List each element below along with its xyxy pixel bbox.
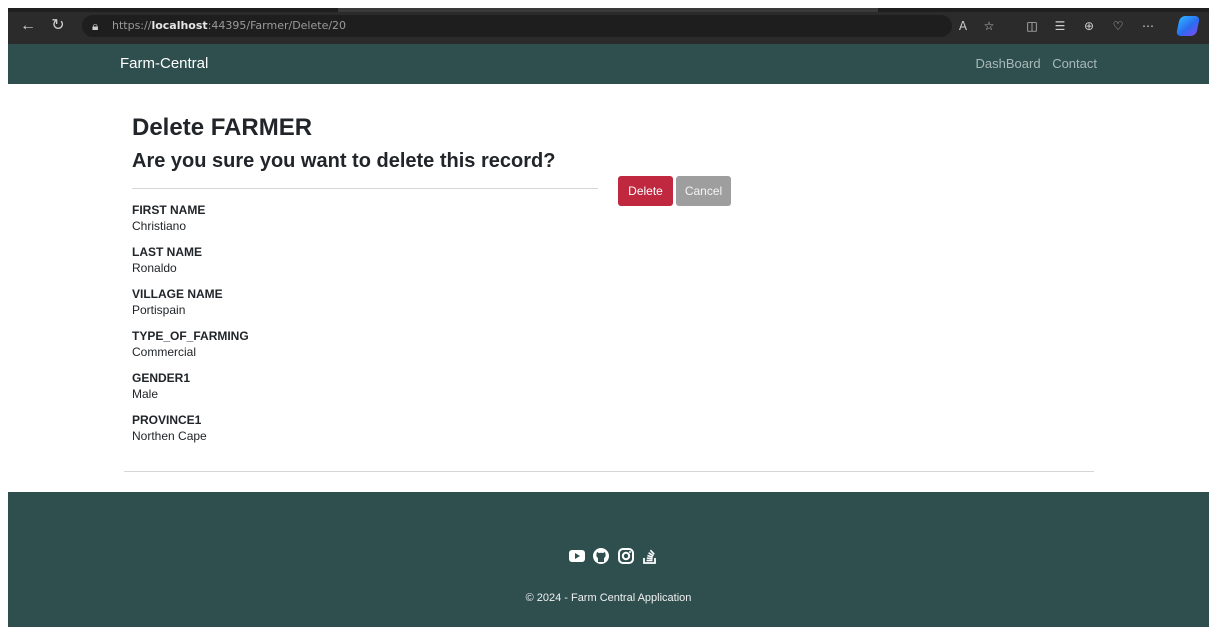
browser-essentials-icon[interactable]: ♡ xyxy=(1109,17,1127,35)
address-url: https://localhost:44395/Farmer/Delete/20 xyxy=(112,19,346,32)
refresh-icon[interactable]: ↻ xyxy=(48,16,68,36)
social-links xyxy=(568,547,661,565)
field-value-province: Northen Cape xyxy=(132,429,207,443)
url-host: localhost xyxy=(151,19,208,32)
field-label-gender: GENDER1 xyxy=(132,371,191,385)
more-options-icon[interactable]: ⋯ xyxy=(1139,17,1157,35)
brand-link[interactable]: Farm-Central xyxy=(120,55,208,72)
confirmation-question: Are you sure you want to delete this rec… xyxy=(132,150,556,172)
favorites-list-icon[interactable]: ☰ xyxy=(1051,17,1069,35)
url-prefix: https:// xyxy=(112,19,152,32)
browser-toolbar: ← ↻ 🔒︎ https://localhost:44395/Farmer/De… xyxy=(8,8,1209,44)
nav-links: DashBoard Contact xyxy=(968,56,1097,71)
field-value-village-name: Portispain xyxy=(132,303,186,317)
site-navbar: Farm-Central DashBoard Contact xyxy=(8,44,1209,84)
field-value-type-of-farming: Commercial xyxy=(132,345,197,359)
favorite-star-icon[interactable]: ☆ xyxy=(980,17,998,35)
url-path: :44395/Farmer/Delete/20 xyxy=(207,19,347,32)
field-value-gender: Male xyxy=(132,387,159,401)
read-aloud-icon[interactable]: A xyxy=(954,17,972,35)
collections-icon[interactable]: ⊕ xyxy=(1080,17,1098,35)
back-arrow-icon[interactable]: ← xyxy=(18,16,38,36)
field-label-last-name: LAST NAME xyxy=(132,245,202,259)
instagram-icon[interactable] xyxy=(617,547,635,565)
active-tab[interactable] xyxy=(338,8,878,12)
main-content: Delete FARMER Are you sure you want to d… xyxy=(8,84,1209,492)
copilot-icon[interactable] xyxy=(1175,16,1201,36)
nav-link-contact[interactable]: Contact xyxy=(1052,56,1097,71)
site-footer: © 2024 - Farm Central Application xyxy=(8,492,1209,627)
field-label-type-of-farming: TYPE_OF_FARMING xyxy=(132,329,249,343)
delete-button[interactable]: Delete xyxy=(618,176,673,206)
nav-link-dashboard[interactable]: DashBoard xyxy=(976,56,1041,71)
field-value-first-name: Christiano xyxy=(132,219,187,233)
cancel-button[interactable]: Cancel xyxy=(676,176,731,206)
split-screen-icon[interactable]: ◫ xyxy=(1023,17,1041,35)
footer-divider xyxy=(124,471,1094,472)
youtube-icon[interactable] xyxy=(568,547,586,565)
divider xyxy=(132,188,598,189)
screen: ← ↻ 🔒︎ https://localhost:44395/Farmer/De… xyxy=(0,0,1209,627)
field-label-province: PROVINCE1 xyxy=(132,413,202,427)
record-details: FIRST NAME Christiano LAST NAME Ronaldo … xyxy=(132,202,249,454)
lock-icon: 🔒︎ xyxy=(92,19,99,33)
browser-window: ← ↻ 🔒︎ https://localhost:44395/Farmer/De… xyxy=(8,8,1209,627)
field-value-last-name: Ronaldo xyxy=(132,261,177,275)
field-label-first-name: FIRST NAME xyxy=(132,203,206,217)
page-title: Delete FARMER xyxy=(132,114,313,141)
stack-overflow-icon[interactable] xyxy=(641,547,659,565)
address-bar[interactable]: 🔒︎ https://localhost:44395/Farmer/Delete… xyxy=(82,15,952,37)
github-icon[interactable] xyxy=(592,547,610,565)
field-label-village-name: VILLAGE NAME xyxy=(132,287,223,301)
copyright-text: © 2024 - Farm Central Application xyxy=(525,592,692,604)
